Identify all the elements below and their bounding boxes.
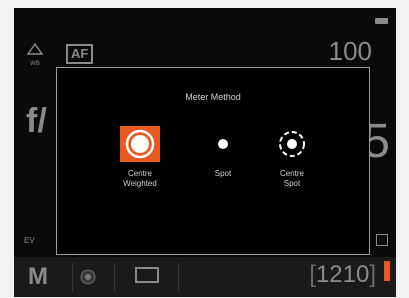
exposure-mode[interactable]: M	[28, 263, 48, 291]
wb-triangle-icon	[26, 42, 44, 55]
option-label: Centre Spot	[279, 169, 304, 188]
card-status-icon	[384, 261, 390, 281]
aperture-prefix[interactable]: f/	[26, 102, 47, 141]
frame-icon[interactable]	[135, 267, 159, 283]
centre-spot-icon	[272, 126, 312, 162]
iso-value[interactable]: 100	[329, 36, 372, 67]
option-centre-spot[interactable]: Centre Spot	[257, 126, 327, 189]
shots-remaining-value: 1210	[315, 261, 370, 288]
wb-indicator[interactable]: WB	[24, 42, 46, 67]
af-mode-indicator[interactable]: AF	[66, 44, 94, 64]
wb-label: WB	[30, 61, 40, 67]
ev-scale-right-icon	[376, 234, 388, 246]
spot-icon	[203, 126, 243, 162]
bottom-status-bar: M [1210]	[14, 257, 396, 297]
centre-weighted-icon	[120, 126, 160, 162]
shots-remaining: [1210]	[309, 261, 376, 288]
option-label: Centre Weighted	[123, 169, 157, 188]
camera-screen: WB AF 100 f/ 5 EV M [1210] Meter Method …	[14, 8, 396, 297]
ev-label: EV	[24, 236, 35, 245]
dialog-title: Meter Method	[185, 92, 241, 102]
af-mode-label: AF	[71, 46, 89, 61]
option-label: Spot	[214, 169, 232, 178]
metering-icon[interactable]	[80, 269, 96, 290]
battery-icon	[375, 18, 388, 24]
meter-method-dialog: Meter Method Centre Weighted Spot Centre…	[56, 67, 370, 255]
option-centre-weighted[interactable]: Centre Weighted	[105, 126, 175, 189]
option-spot[interactable]: Spot	[188, 126, 258, 179]
